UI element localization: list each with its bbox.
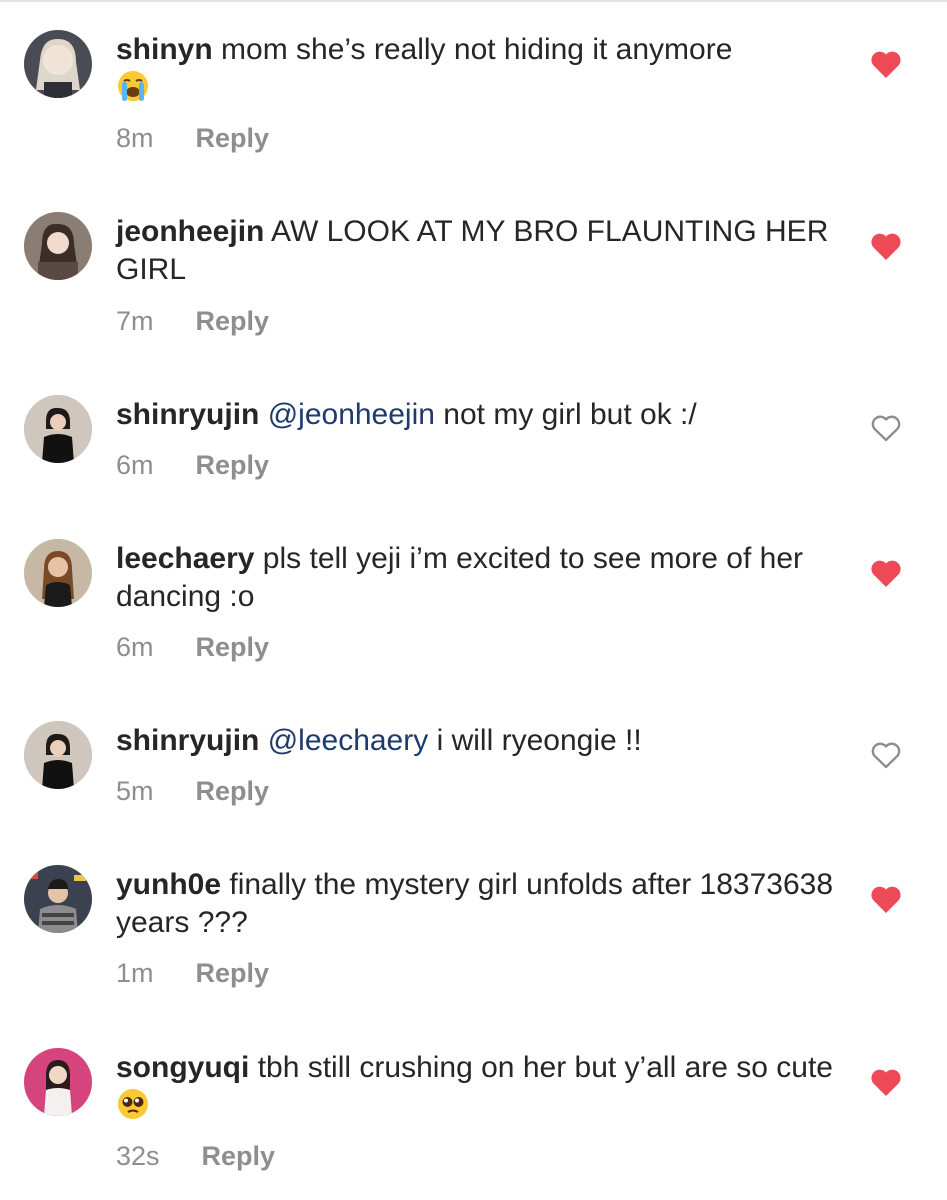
like-heart-icon[interactable]	[869, 230, 903, 262]
comment-text: leechaery pls tell yeji i’m excited to s…	[116, 540, 836, 616]
comment-text: shinryujin @jeonheejin not my girl but o…	[116, 396, 836, 434]
comment-time: 6m	[116, 450, 154, 480]
like-heart-icon[interactable]	[869, 883, 903, 915]
avatar[interactable]	[24, 539, 92, 607]
comment-meta: 6m Reply	[116, 449, 269, 481]
comment-body: mom she’s really not hiding it anymore	[221, 33, 733, 66]
comment-meta: 8m Reply	[116, 122, 269, 154]
avatar[interactable]	[24, 865, 92, 933]
reply-button[interactable]: Reply	[196, 123, 270, 153]
avatar[interactable]	[24, 395, 92, 463]
top-divider	[0, 0, 947, 2]
comment-username[interactable]: shinryujin	[116, 398, 259, 431]
comment-time: 1m	[116, 958, 154, 988]
comment-body: finally the mystery girl unfolds after 1…	[116, 868, 834, 939]
comment-username[interactable]: leechaery	[116, 542, 254, 575]
comment-meta: 5m Reply	[116, 775, 269, 807]
comment-meta: 32s Reply	[116, 1140, 275, 1172]
comment-time: 32s	[116, 1141, 160, 1171]
comment-body: not my girl but ok :/	[443, 398, 697, 431]
comment-mention[interactable]: @jeonheejin	[268, 398, 435, 431]
comment-meta: 7m Reply	[116, 305, 269, 337]
comment-text: songyuqi tbh still crushing on her but y…	[116, 1049, 836, 1131]
avatar[interactable]	[24, 212, 92, 280]
reply-button[interactable]: Reply	[202, 1141, 276, 1171]
like-heart-icon[interactable]	[869, 1066, 903, 1098]
comment-time: 7m	[116, 306, 154, 336]
comment-text: shinryujin @leechaery i will ryeongie !!	[116, 722, 836, 760]
comment-time: 5m	[116, 776, 154, 806]
comment-text: shinyn mom she’s really not hiding it an…	[116, 31, 836, 113]
comment-meta: 1m Reply	[116, 957, 269, 989]
reply-button[interactable]: Reply	[196, 776, 270, 806]
reply-button[interactable]: Reply	[196, 632, 270, 662]
comment-meta: 6m Reply	[116, 631, 269, 663]
avatar[interactable]	[24, 30, 92, 98]
comment-username[interactable]: yunh0e	[116, 868, 221, 901]
like-heart-icon[interactable]	[869, 48, 903, 80]
comment-username[interactable]: songyuqi	[116, 1051, 249, 1084]
comment-text: jeonheejin AW LOOK AT MY BRO FLAUNTING H…	[116, 213, 836, 289]
comment-username[interactable]: shinryujin	[116, 724, 259, 757]
comment-body: tbh still crushing on her but y’all are …	[257, 1051, 833, 1084]
like-heart-outline-icon[interactable]	[869, 739, 903, 771]
pleading-face-icon	[116, 1087, 150, 1131]
avatar[interactable]	[24, 1048, 92, 1116]
reply-button[interactable]: Reply	[196, 450, 270, 480]
comment-username[interactable]: jeonheejin	[116, 215, 264, 248]
like-heart-icon[interactable]	[869, 557, 903, 589]
like-heart-outline-icon[interactable]	[869, 412, 903, 444]
avatar[interactable]	[24, 721, 92, 789]
comment-body: i will ryeongie !!	[436, 724, 642, 757]
reply-button[interactable]: Reply	[196, 306, 270, 336]
comment-mention[interactable]: @leechaery	[268, 724, 429, 757]
comment-time: 6m	[116, 632, 154, 662]
comment-text: yunh0e finally the mystery girl unfolds …	[116, 866, 836, 942]
comment-time: 8m	[116, 123, 154, 153]
reply-button[interactable]: Reply	[196, 958, 270, 988]
loudly-crying-face-icon	[116, 69, 150, 113]
comment-username[interactable]: shinyn	[116, 33, 213, 66]
